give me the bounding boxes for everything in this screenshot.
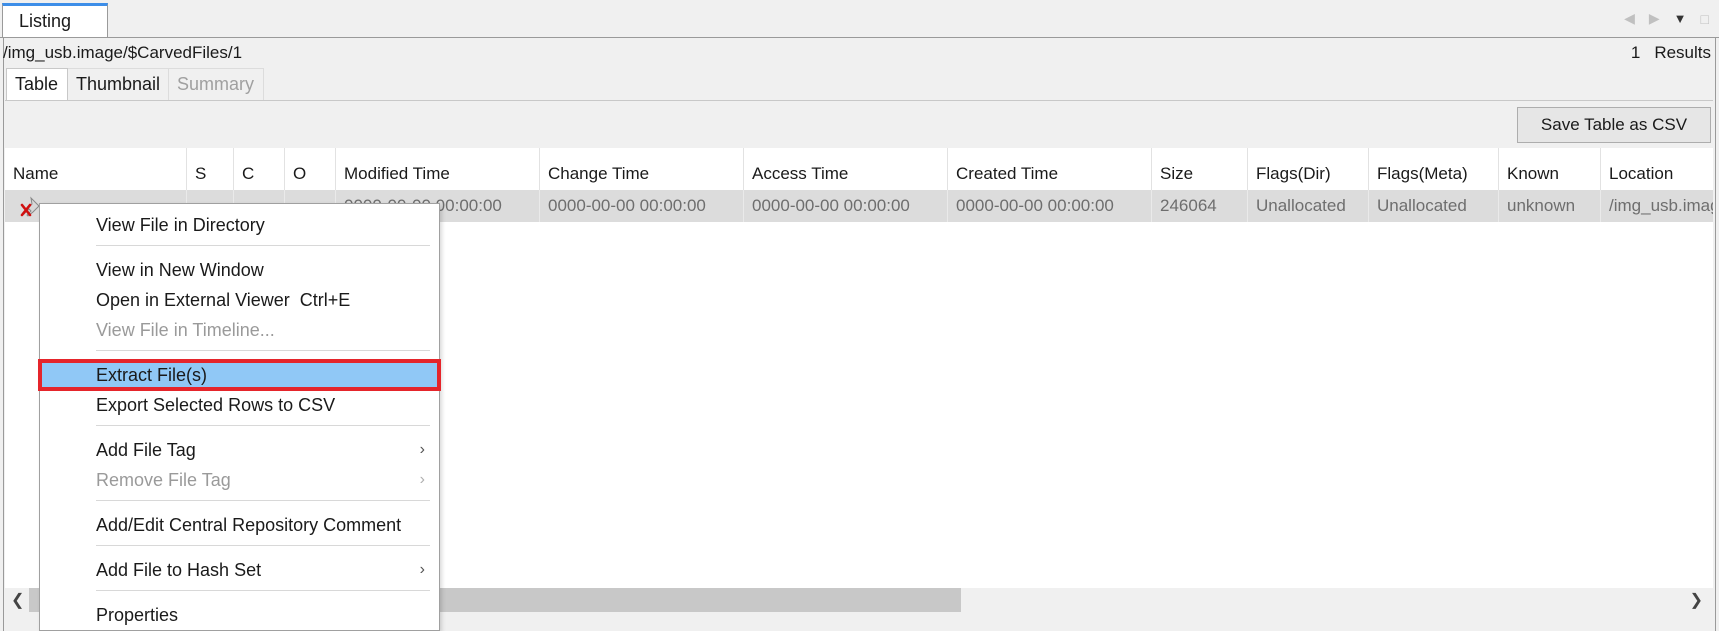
menu-item-label: Extract File(s) bbox=[96, 365, 208, 385]
column-header-change-time[interactable]: Change Time bbox=[540, 148, 744, 190]
results-label: Results bbox=[1654, 43, 1711, 62]
window-tab-bar: Listing ◀ ▶ ▼ □ bbox=[0, 0, 1719, 38]
column-header-flags-dir[interactable]: Flags(Dir) bbox=[1248, 148, 1369, 190]
menu-item-export-selected-rows-csv[interactable]: Export Selected Rows to CSV bbox=[40, 391, 439, 419]
column-header-modified-time[interactable]: Modified Time bbox=[336, 148, 540, 190]
menu-item-view-in-new-window[interactable]: View in New Window bbox=[40, 256, 439, 284]
results-number: 1 bbox=[1630, 43, 1641, 62]
column-header-flags-meta[interactable]: Flags(Meta) bbox=[1369, 148, 1499, 190]
menu-item-extract-files[interactable]: Extract File(s) bbox=[38, 359, 441, 391]
cell-access-time: 0000-00-00 00:00:00 bbox=[744, 190, 948, 222]
chevron-left-icon[interactable]: ◀ bbox=[1624, 10, 1635, 27]
cell-created-time: 0000-00-00 00:00:00 bbox=[948, 190, 1152, 222]
tab-listing[interactable]: Listing bbox=[2, 3, 108, 38]
menu-item-label: Export Selected Rows to CSV bbox=[96, 395, 336, 415]
current-path: /img_usb.image/$CarvedFiles/1 bbox=[3, 43, 243, 62]
scroll-right-icon[interactable]: ❯ bbox=[1690, 590, 1703, 610]
menu-item-add-file-tag[interactable]: Add File Tag › bbox=[40, 436, 439, 464]
menu-item-properties[interactable]: Properties bbox=[40, 601, 439, 629]
table-header: Name S C O Modified Time Change Time Acc… bbox=[5, 148, 1713, 190]
column-header-o[interactable]: O bbox=[285, 148, 336, 190]
menu-separator bbox=[96, 590, 430, 591]
cell-size: 246064 bbox=[1152, 190, 1248, 222]
chevron-right-icon[interactable]: ▶ bbox=[1649, 10, 1660, 27]
menu-separator bbox=[96, 350, 430, 351]
chevron-right-icon: › bbox=[419, 561, 425, 578]
menu-item-label: Remove File Tag bbox=[96, 470, 231, 490]
window-controls: ◀ ▶ ▼ □ bbox=[1624, 10, 1709, 27]
column-header-location[interactable]: Location bbox=[1601, 148, 1713, 190]
column-header-created-time[interactable]: Created Time bbox=[948, 148, 1152, 190]
maximize-icon[interactable]: □ bbox=[1701, 11, 1709, 27]
save-table-csv-button[interactable]: Save Table as CSV bbox=[1517, 107, 1711, 143]
menu-item-remove-file-tag: Remove File Tag › bbox=[40, 466, 439, 494]
menu-item-label: Properties bbox=[96, 605, 179, 625]
divider bbox=[5, 100, 1713, 101]
column-header-known[interactable]: Known bbox=[1499, 148, 1601, 190]
column-header-size[interactable]: Size bbox=[1152, 148, 1248, 190]
cell-flags-meta: Unallocated bbox=[1369, 190, 1499, 222]
dropdown-icon[interactable]: ▼ bbox=[1674, 11, 1687, 26]
menu-item-shortcut: Ctrl+E bbox=[299, 290, 351, 310]
menu-separator bbox=[96, 245, 430, 246]
menu-item-label: Open in External Viewer bbox=[96, 290, 290, 310]
column-header-c[interactable]: C bbox=[234, 148, 285, 190]
menu-item-view-file-in-timeline: View File in Timeline... bbox=[40, 316, 439, 344]
column-header-access-time[interactable]: Access Time bbox=[744, 148, 948, 190]
menu-item-open-in-external-viewer[interactable]: Open in External Viewer Ctrl+E bbox=[40, 286, 439, 314]
chevron-right-icon: › bbox=[419, 441, 425, 458]
menu-item-label: Add File Tag bbox=[96, 440, 196, 460]
column-header-s[interactable]: S bbox=[187, 148, 234, 190]
menu-item-label: View in New Window bbox=[96, 260, 264, 280]
cell-change-time: 0000-00-00 00:00:00 bbox=[540, 190, 744, 222]
menu-separator bbox=[96, 500, 430, 501]
tab-summary: Summary bbox=[168, 68, 264, 100]
cell-location: /img_usb.image/$CarvedFiles/1 bbox=[1609, 196, 1713, 215]
menu-item-label: Add File to Hash Set bbox=[96, 560, 262, 580]
cell-flags-dir: Unallocated bbox=[1248, 190, 1369, 222]
menu-item-add-file-to-hash-set[interactable]: Add File to Hash Set › bbox=[40, 556, 439, 584]
menu-separator bbox=[96, 425, 430, 426]
deleted-file-icon bbox=[20, 196, 40, 217]
menu-item-central-repository-comment[interactable]: Add/Edit Central Repository Comment bbox=[40, 511, 439, 539]
column-header-name[interactable]: Name bbox=[5, 148, 187, 190]
menu-item-label: View File in Directory bbox=[96, 215, 265, 235]
tab-thumbnail[interactable]: Thumbnail bbox=[68, 68, 168, 100]
menu-item-view-file-in-directory[interactable]: View File in Directory bbox=[40, 211, 439, 239]
context-menu: View File in Directory View in New Windo… bbox=[38, 203, 441, 631]
cell-known: unknown bbox=[1499, 190, 1601, 222]
menu-separator bbox=[96, 545, 430, 546]
scroll-left-icon[interactable]: ❮ bbox=[11, 590, 24, 610]
menu-item-label: View File in Timeline... bbox=[96, 320, 275, 340]
chevron-right-icon: › bbox=[419, 471, 425, 488]
menu-item-label: Add/Edit Central Repository Comment bbox=[96, 515, 402, 535]
tab-table[interactable]: Table bbox=[6, 68, 68, 100]
results-count: 1 Results bbox=[1631, 43, 1711, 63]
